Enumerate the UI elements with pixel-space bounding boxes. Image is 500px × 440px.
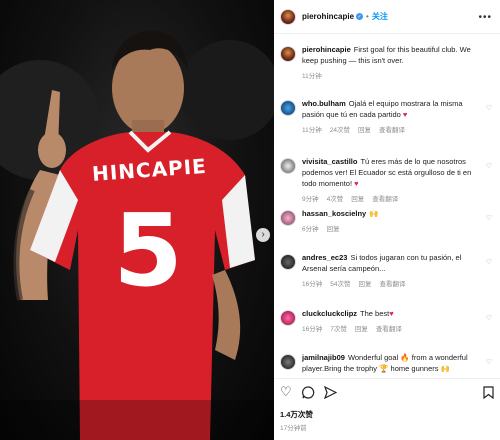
comment-item: who.bulham Ojalá el equipo mostrara la mi…	[280, 98, 494, 134]
comment-username[interactable]: hassan_koscielny	[302, 209, 366, 218]
comment-item: jamilnajib09 Wonderful goal 🔥 from a wond…	[280, 352, 494, 374]
avatar[interactable]	[280, 254, 296, 270]
more-icon[interactable]: •••	[478, 12, 492, 23]
verified-icon: ✓	[356, 13, 364, 20]
comment-emoji: ♥	[402, 110, 408, 119]
avatar[interactable]	[280, 210, 296, 226]
comment-icon[interactable]	[302, 383, 315, 404]
jersey-number: 5	[113, 192, 183, 309]
comment-text: The best	[360, 309, 390, 318]
post-time: 17分钟前	[280, 425, 307, 432]
heart-icon[interactable]: ♡	[486, 314, 492, 322]
reply-button[interactable]: 回复	[358, 124, 371, 134]
comment-time: 9分钟	[302, 196, 319, 203]
translate-button[interactable]: 查看翻译	[379, 124, 405, 134]
translate-button[interactable]: 查看翻译	[376, 323, 402, 333]
translate-button[interactable]: 查看翻译	[372, 193, 398, 203]
separator-dot: •	[366, 12, 369, 21]
comment-time: 16分钟	[302, 326, 323, 333]
heart-icon[interactable]: ♡	[486, 162, 492, 170]
post-footer: ♡ 1.4万次赞 17分钟前	[274, 378, 500, 440]
avatar[interactable]	[280, 100, 296, 116]
avatar[interactable]	[280, 158, 296, 174]
caption-username[interactable]: pierohincapie	[302, 45, 351, 54]
comment-username[interactable]: jamilnajib09	[302, 353, 345, 362]
caption-time: 11分钟	[302, 73, 322, 80]
post-header: pierohincapie ✓ • 关注 •••	[274, 0, 500, 34]
reply-button[interactable]: 回复	[355, 323, 368, 333]
comment-emoji: ♥	[389, 309, 394, 318]
comment-likes[interactable]: 54次赞	[330, 278, 350, 288]
post-image: HINCAPIE 5 ›	[0, 0, 274, 440]
likes-count[interactable]: 1.4万次赞	[280, 409, 313, 420]
comment-time: 11分钟	[302, 127, 322, 134]
comment-username[interactable]: cluckcluckclipz	[302, 309, 357, 318]
comment-time: 6分钟	[302, 226, 319, 233]
comment-emoji: 🙌	[369, 209, 379, 218]
avatar[interactable]	[280, 8, 296, 25]
comment-username[interactable]: who.bulham	[302, 99, 346, 108]
reply-button[interactable]: 回复	[358, 278, 371, 288]
share-icon[interactable]	[323, 383, 338, 404]
avatar[interactable]	[280, 46, 296, 62]
heart-icon[interactable]: ♡	[486, 258, 492, 266]
comment-item: cluckcluckclipz The best♥ 16分钟 7次赞 回复 查看翻…	[280, 308, 494, 333]
heart-icon[interactable]: ♡	[486, 358, 492, 366]
comment-item: hassan_koscielny 🙌 6分钟 回复 ♡	[280, 208, 494, 233]
avatar[interactable]	[280, 354, 296, 370]
follow-button[interactable]: 关注	[372, 11, 388, 22]
comment-time: 16分钟	[302, 281, 323, 288]
comment-likes[interactable]: 7次赞	[330, 323, 347, 333]
comment-list: pierohincapie First goal for this beautif…	[274, 38, 500, 378]
avatar[interactable]	[280, 310, 296, 326]
comment-item: vivisita_castillo Tú eres más de lo que n…	[280, 156, 494, 203]
comment-username[interactable]: andres_ec23	[302, 253, 347, 262]
comment-username[interactable]: vivisita_castillo	[302, 157, 357, 166]
post-panel: pierohincapie ✓ • 关注 ••• pierohincapie Fi…	[274, 0, 500, 440]
comment-emoji: ♥	[354, 179, 359, 188]
heart-icon[interactable]: ♡	[280, 383, 292, 401]
chevron-right-icon[interactable]: ›	[256, 228, 270, 242]
heart-icon[interactable]: ♡	[486, 214, 492, 222]
post-username[interactable]: pierohincapie	[302, 12, 354, 21]
action-bar: ♡	[280, 383, 494, 401]
heart-icon[interactable]: ♡	[486, 104, 492, 112]
caption: pierohincapie First goal for this beautif…	[280, 44, 494, 80]
comment-likes[interactable]: 4次赞	[327, 193, 344, 203]
translate-button[interactable]: 查看翻译	[379, 278, 405, 288]
reply-button[interactable]: 回复	[327, 223, 340, 233]
bookmark-icon[interactable]	[483, 383, 494, 404]
comment-likes[interactable]: 24次赞	[330, 124, 350, 134]
comment-item: andres_ec23 Si todos jugaran con tu pasió…	[280, 252, 494, 288]
reply-button[interactable]: 回复	[351, 193, 364, 203]
